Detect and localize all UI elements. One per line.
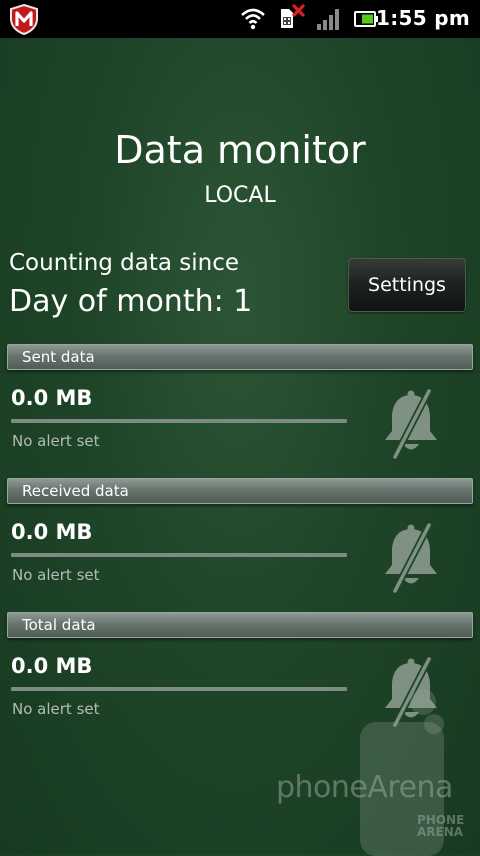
section-title: Sent data [22, 348, 95, 366]
bell-off-icon[interactable] [380, 657, 442, 727]
sent-data-usage-bar [11, 419, 347, 423]
watermark-line2: ARENA [417, 825, 464, 839]
status-bar: 1:55 pm [0, 0, 480, 38]
total-data-usage-bar [11, 687, 347, 691]
mcafee-icon[interactable] [8, 3, 40, 35]
sent-data-section: Sent data 0.0 MB No alert set [0, 344, 480, 474]
section-title: Total data [22, 616, 96, 634]
received-data-header: Received data [7, 478, 473, 504]
page-subtitle: LOCAL [204, 183, 276, 208]
received-data-alert-status: No alert set [12, 566, 100, 584]
bell-off-icon[interactable] [380, 523, 442, 593]
phonearena-watermark-text: phoneArena [276, 770, 453, 805]
total-data-section: Total data 0.0 MB No alert set [0, 612, 480, 742]
settings-button[interactable]: Settings [348, 258, 466, 312]
sent-data-value: 0.0 MB [11, 386, 93, 410]
bell-off-icon[interactable] [380, 389, 442, 459]
page-title: Data monitor [114, 128, 366, 172]
phonearena-watermark-badge: PHONE ARENA [417, 814, 464, 838]
total-data-alert-status: No alert set [12, 700, 100, 718]
status-clock: 1:55 pm [376, 6, 470, 30]
total-data-value: 0.0 MB [11, 654, 93, 678]
counting-period-value: Day of month: 1 [9, 284, 253, 319]
sent-data-header: Sent data [7, 344, 473, 370]
signal-icon [317, 9, 339, 30]
received-data-value: 0.0 MB [11, 520, 93, 544]
received-data-section: Received data 0.0 MB No alert set [0, 478, 480, 608]
total-data-header: Total data [7, 612, 473, 638]
sim-card-missing-icon [281, 4, 305, 28]
received-data-usage-bar [11, 553, 347, 557]
wifi-icon [241, 8, 265, 30]
watermark-line1: PHONE [417, 813, 465, 827]
counting-since-label: Counting data since [9, 250, 240, 276]
sent-data-alert-status: No alert set [12, 432, 100, 450]
section-title: Received data [22, 482, 129, 500]
